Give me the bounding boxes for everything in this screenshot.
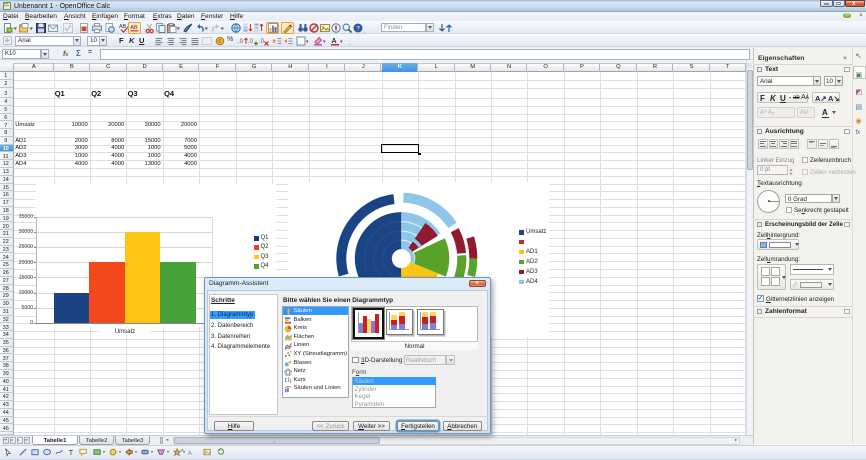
svg-text:T: T [69, 448, 74, 457]
svg-text:A: A [187, 450, 193, 458]
